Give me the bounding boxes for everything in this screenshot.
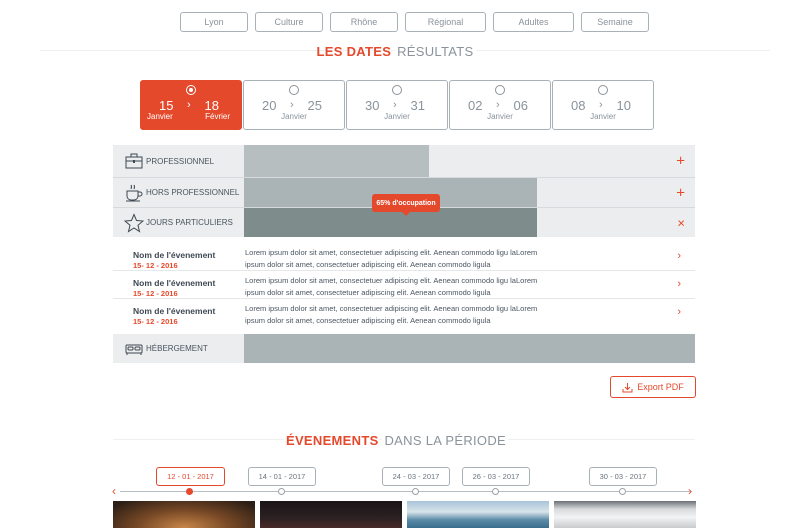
occupancy-bar (244, 145, 429, 177)
period-start-day: 08 (571, 98, 586, 113)
period-start-day: 20 (262, 98, 277, 113)
timeline-date-tag[interactable]: 14 - 01 - 2017 (248, 467, 316, 486)
event-name: Nom de l'évenement (133, 278, 216, 288)
star-icon (124, 212, 144, 233)
chevron-right-icon: › (496, 99, 500, 111)
dates-title-highlight: LES DATES (316, 44, 392, 59)
chevron-right-icon: › (393, 99, 397, 111)
radio-icon[interactable] (289, 85, 299, 95)
event-description: Lorem ipsum dolor sit amet, consectetuer… (245, 248, 538, 269)
period-option-2[interactable]: 20 › 25 Janvier (243, 80, 345, 130)
timeline-marker[interactable] (186, 488, 193, 495)
category-row-hebergement[interactable]: HÉBERGEMENT (113, 334, 695, 363)
filter-lyon[interactable]: Lyon (180, 12, 248, 32)
period-end-day: 25 (307, 98, 322, 113)
event-item[interactable]: Nom de l'évenement 15- 12 - 2016 Lorem i… (113, 271, 695, 299)
period-option-1[interactable]: 15 › 18 Janvier Février (140, 80, 242, 130)
period-option-5[interactable]: 08 › 10 Janvier (552, 80, 654, 130)
timeline-marker[interactable] (412, 488, 419, 495)
event-item[interactable]: Nom de l'évenement 15- 12 - 2016 Lorem i… (113, 299, 695, 327)
briefcase-icon (125, 153, 143, 169)
expand-plus-icon[interactable]: + (676, 153, 685, 170)
download-icon (622, 382, 633, 392)
event-date: 15- 12 - 2016 (133, 289, 178, 298)
category-label: HORS PROFESSIONNEL (146, 188, 240, 197)
period-option-4[interactable]: 02 › 06 Janvier (449, 80, 551, 130)
events-title-rest: DANS LA PÉRIODE (382, 433, 509, 448)
dates-title-rest: RÉSULTATS (395, 44, 476, 59)
event-list: Nom de l'évenement 15- 12 - 2016 Lorem i… (113, 237, 695, 334)
timeline-date-tag[interactable]: 26 - 03 - 2017 (462, 467, 530, 486)
filter-regional[interactable]: Régional (405, 12, 486, 32)
category-label: PROFESSIONNEL (146, 156, 215, 166)
period-end-day: 06 (513, 98, 528, 113)
period-option-3[interactable]: 30 › 31 Janvier (346, 80, 448, 130)
chevron-right-icon[interactable]: › (677, 278, 681, 290)
radio-icon[interactable] (598, 85, 608, 95)
occupancy-bar (244, 208, 537, 237)
event-photo-concert[interactable] (260, 501, 402, 528)
event-name: Nom de l'évenement (133, 306, 216, 316)
period-start-day: 15 (159, 98, 174, 113)
timeline-prev-icon[interactable]: ‹ (112, 484, 116, 498)
period-end-day: 10 (616, 98, 631, 113)
period-month: Janvier (281, 112, 307, 121)
filter-bar: Lyon Culture Rhône Régional Adultes Sema… (180, 12, 656, 32)
chevron-right-icon[interactable]: › (677, 250, 681, 262)
event-date: 15- 12 - 2016 (133, 317, 178, 326)
event-name: Nom de l'évenement (133, 250, 216, 260)
filter-culture[interactable]: Culture (255, 12, 323, 32)
period-start-day: 02 (468, 98, 483, 113)
bed-icon (125, 344, 143, 355)
event-description: Lorem ipsum dolor sit amet, consectetuer… (245, 276, 538, 297)
timeline-date-tag[interactable]: 12 - 01 - 2017 (156, 467, 225, 486)
timeline-next-icon[interactable]: › (688, 484, 692, 498)
filter-semaine[interactable]: Semaine (581, 12, 649, 32)
occupancy-tooltip: 65% d'occupation (372, 194, 440, 216)
event-photo-waterfront[interactable] (407, 501, 549, 528)
close-icon[interactable]: × (677, 215, 685, 230)
period-end-month: Février (205, 112, 230, 121)
timeline-marker[interactable] (619, 488, 626, 495)
category-label: HÉBERGEMENT (146, 344, 208, 353)
event-photo-cathedral[interactable] (113, 501, 255, 528)
period-start-day: 30 (365, 98, 380, 113)
radio-selected-icon[interactable] (186, 85, 196, 95)
category-row-professionnel[interactable]: PROFESSIONNEL + (113, 145, 695, 178)
period-month: Janvier (487, 112, 513, 121)
export-pdf-button[interactable]: Export PDF (610, 376, 696, 398)
timeline-date-tag[interactable]: 30 - 03 - 2017 (589, 467, 657, 486)
period-selector: 15 › 18 Janvier Février 20 › 25 Janvier … (140, 80, 655, 130)
timeline-marker[interactable] (492, 488, 499, 495)
period-month: Janvier (384, 112, 410, 121)
occupancy-bar (244, 334, 695, 363)
timeline-date-tag[interactable]: 24 - 03 - 2017 (382, 467, 450, 486)
events-title-highlight: ÉVENEMENTS (283, 433, 379, 448)
period-end-day: 18 (204, 98, 219, 113)
radio-icon[interactable] (392, 85, 402, 95)
event-date: 15- 12 - 2016 (133, 261, 178, 270)
events-section-title: ÉVENEMENTS DANS LA PÉRIODE (0, 433, 792, 448)
filter-adultes[interactable]: Adultes (493, 12, 574, 32)
period-start-month: Janvier (147, 112, 173, 121)
period-end-day: 31 (410, 98, 425, 113)
filter-rhone[interactable]: Rhône (330, 12, 398, 32)
timeline-marker[interactable] (278, 488, 285, 495)
expand-plus-icon[interactable]: + (676, 184, 685, 201)
chevron-right-icon: › (290, 99, 294, 111)
chevron-right-icon: › (187, 99, 191, 111)
chevron-right-icon[interactable]: › (677, 306, 681, 318)
event-photo-hall[interactable] (554, 501, 696, 528)
chevron-right-icon: › (599, 99, 603, 111)
radio-icon[interactable] (495, 85, 505, 95)
event-item[interactable]: Nom de l'évenement 15- 12 - 2016 Lorem i… (113, 243, 695, 271)
export-label: Export PDF (637, 382, 684, 392)
event-description: Lorem ipsum dolor sit amet, consectetuer… (245, 304, 538, 325)
timeline-axis (120, 491, 692, 492)
dates-section-title: LES DATES RÉSULTATS (0, 44, 792, 59)
coffee-cup-icon (126, 184, 143, 201)
category-label: JOURS PARTICULIERS (146, 218, 233, 227)
period-month: Janvier (590, 112, 616, 121)
